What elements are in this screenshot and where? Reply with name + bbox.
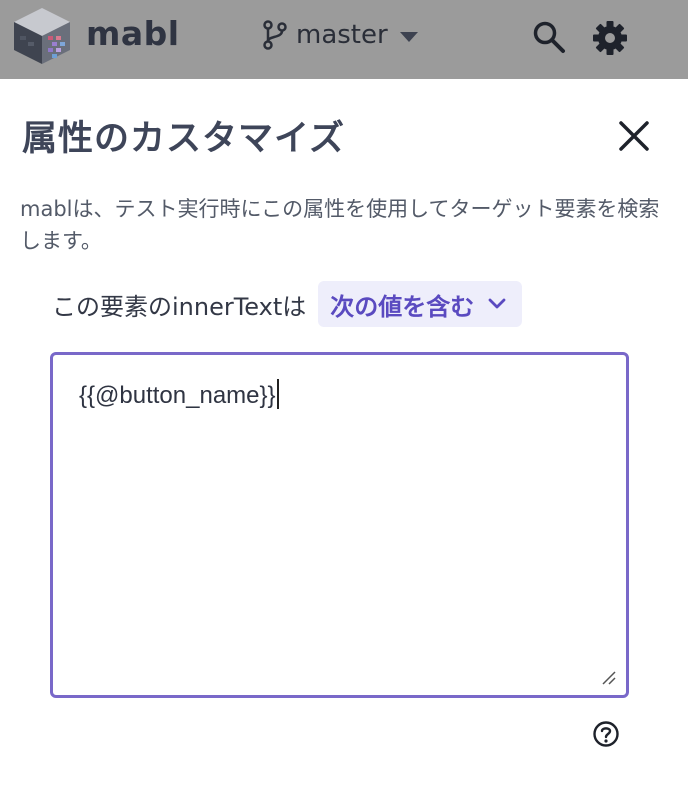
condition-label: この要素のinnerTextは xyxy=(52,292,307,321)
gear-icon[interactable] xyxy=(592,20,628,56)
resize-handle-icon[interactable] xyxy=(600,669,616,685)
caret-down-icon xyxy=(399,31,418,42)
top-bar: mabl master xyxy=(0,0,688,79)
dialog-title: 属性のカスタマイズ xyxy=(22,119,345,159)
operator-selected-value: 次の値を含む xyxy=(330,292,475,321)
branch-selector[interactable]: master xyxy=(262,17,418,53)
condition-row: この要素のinnerTextは 次の値を含む xyxy=(52,281,523,327)
branch-label: master xyxy=(296,20,388,50)
close-icon[interactable] xyxy=(614,116,654,156)
attribute-value-text[interactable]: {{@button_name}} xyxy=(79,379,279,410)
text-cursor xyxy=(276,379,279,409)
chevron-down-icon xyxy=(488,298,506,309)
attribute-value-textarea[interactable]: {{@button_name}} xyxy=(50,352,629,698)
app-root: mabl master 属性のカスタマイズ mablは、テスト実行時にこの属性を… xyxy=(0,0,688,788)
help-circle-icon[interactable] xyxy=(592,720,620,748)
dialog-description: mablは、テスト実行時にこの属性を使用してターゲット要素を検索します。 xyxy=(20,197,660,253)
search-icon[interactable] xyxy=(532,20,566,54)
mabl-logo-icon[interactable] xyxy=(10,6,74,68)
app-logo-text: mabl xyxy=(86,14,180,53)
operator-dropdown[interactable]: 次の値を含む xyxy=(318,281,523,327)
git-branch-icon xyxy=(263,20,287,50)
